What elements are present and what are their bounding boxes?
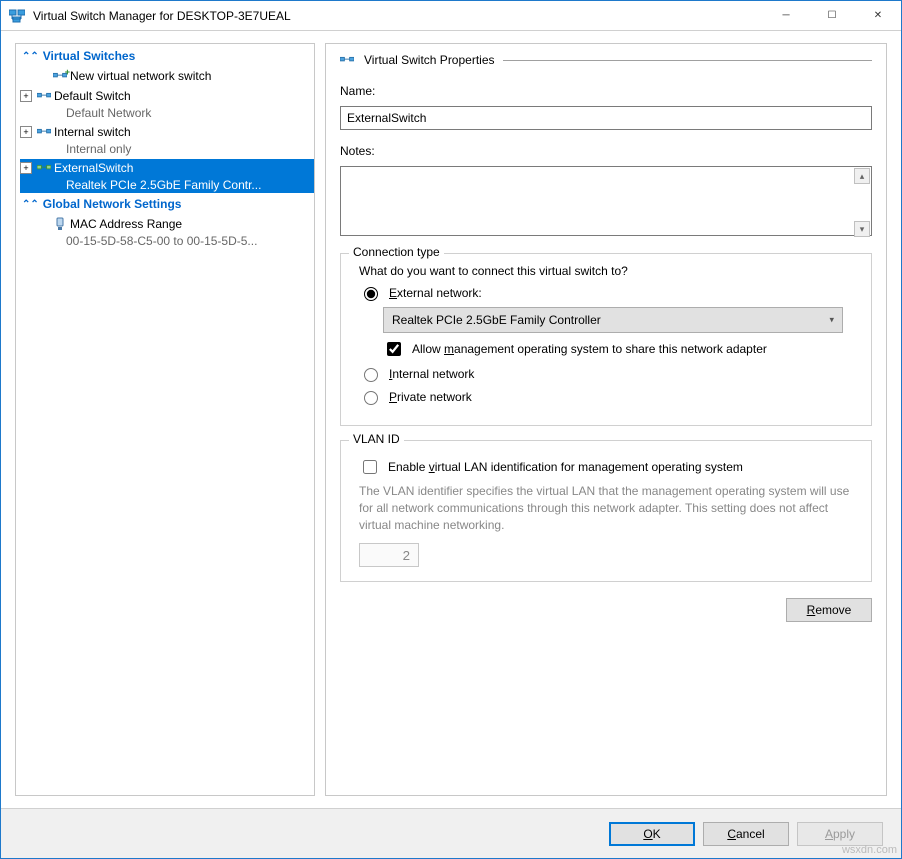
- tree-item-internal-switch[interactable]: + Internal switch Internal only: [16, 122, 314, 158]
- remove-button[interactable]: Remove: [786, 598, 872, 622]
- expand-icon[interactable]: +: [20, 126, 32, 138]
- ok-button[interactable]: OK: [609, 822, 695, 846]
- header-label: Virtual Switch Properties: [364, 53, 495, 67]
- minimize-button[interactable]: ─: [763, 1, 809, 30]
- collapse-icon: ⌃⌃: [22, 199, 39, 210]
- network-icon: [340, 54, 356, 66]
- radio-private[interactable]: Private network: [359, 388, 859, 405]
- connection-type-group: Connection type What do you want to conn…: [340, 253, 872, 426]
- properties-panel: Virtual Switch Properties Name: Notes: ▴…: [325, 43, 887, 796]
- titlebar: Virtual Switch Manager for DESKTOP-3E7UE…: [1, 1, 901, 31]
- radio-internal[interactable]: Internal network: [359, 365, 859, 382]
- switch-tree-panel: ⌃⌃ Virtual Switches New virtual network …: [15, 43, 315, 796]
- adapter-value: Realtek PCIe 2.5GbE Family Controller: [392, 313, 601, 327]
- network-icon: [36, 126, 52, 138]
- dialog-button-bar: OK Cancel Apply: [1, 808, 901, 858]
- maximize-button[interactable]: ☐: [809, 1, 855, 30]
- checkbox-label: Enable virtual LAN identification for ma…: [388, 460, 743, 474]
- tree-item-external-switch[interactable]: + ExternalSwitch Realtek PCIe 2.5GbE Fam…: [16, 158, 314, 194]
- tree-label: Internal switch: [54, 125, 131, 139]
- expand-icon[interactable]: +: [20, 90, 32, 102]
- tree-sublabel: Realtek PCIe 2.5GbE Family Contr...: [20, 177, 314, 193]
- section-label: Virtual Switches: [43, 49, 135, 63]
- vlan-id-input: [359, 543, 419, 567]
- tree-sublabel: Default Network: [20, 105, 314, 121]
- app-icon: [9, 8, 25, 24]
- tree-sublabel: Internal only: [20, 141, 314, 157]
- watermark: wsxdn.com: [842, 844, 897, 856]
- tree-label: MAC Address Range: [70, 217, 182, 231]
- tree-section-virtual-switches[interactable]: ⌃⌃ Virtual Switches: [16, 46, 314, 66]
- scroll-up-icon[interactable]: ▴: [854, 168, 870, 184]
- properties-header: Virtual Switch Properties: [340, 50, 872, 70]
- checkbox-enable-vlan-input[interactable]: [363, 460, 377, 474]
- connection-question: What do you want to connect this virtual…: [359, 264, 859, 278]
- mac-icon: [52, 217, 68, 231]
- notes-label: Notes:: [340, 144, 872, 158]
- checkbox-enable-vlan[interactable]: Enable virtual LAN identification for ma…: [359, 457, 859, 477]
- tree-label: New virtual network switch: [70, 69, 211, 83]
- network-icon: [36, 90, 52, 102]
- close-button[interactable]: ✕: [855, 1, 901, 30]
- radio-label: Internal network: [389, 367, 474, 381]
- tree-item-default-switch[interactable]: + Default Switch Default Network: [16, 86, 314, 122]
- tree-item-new-switch[interactable]: New virtual network switch: [16, 66, 314, 86]
- tree-label: Default Switch: [54, 89, 131, 103]
- collapse-icon: ⌃⌃: [22, 51, 39, 62]
- expand-icon[interactable]: +: [20, 162, 32, 174]
- radio-external-input[interactable]: [364, 287, 378, 301]
- tree-item-mac-range[interactable]: MAC Address Range 00-15-5D-58-C5-00 to 0…: [16, 214, 314, 250]
- chevron-down-icon: ▾: [829, 315, 834, 326]
- radio-internal-input[interactable]: [364, 368, 378, 382]
- radio-private-input[interactable]: [364, 391, 378, 405]
- checkbox-allow-mgmt[interactable]: Allow management operating system to sha…: [383, 339, 859, 359]
- tree-sublabel: 00-15-5D-58-C5-00 to 00-15-5D-5...: [20, 233, 314, 249]
- group-legend: Connection type: [349, 245, 444, 259]
- notes-input[interactable]: [340, 166, 872, 236]
- group-legend: VLAN ID: [349, 432, 404, 446]
- name-input[interactable]: [340, 106, 872, 130]
- name-label: Name:: [340, 84, 872, 98]
- radio-label: Private network: [389, 390, 472, 404]
- window-title: Virtual Switch Manager for DESKTOP-3E7UE…: [33, 9, 763, 23]
- section-label: Global Network Settings: [43, 197, 182, 211]
- checkbox-allow-mgmt-input[interactable]: [387, 342, 401, 356]
- apply-button: Apply: [797, 822, 883, 846]
- network-icon: [36, 162, 52, 174]
- cancel-button[interactable]: Cancel: [703, 822, 789, 846]
- radio-label: External network:: [389, 286, 482, 300]
- vlan-group: VLAN ID Enable virtual LAN identificatio…: [340, 440, 872, 582]
- network-add-icon: [52, 70, 68, 82]
- scroll-down-icon[interactable]: ▾: [854, 221, 870, 237]
- tree-section-global-settings[interactable]: ⌃⌃ Global Network Settings: [16, 194, 314, 214]
- checkbox-label: Allow management operating system to sha…: [412, 342, 767, 356]
- window-controls: ─ ☐ ✕: [763, 1, 901, 30]
- vlan-description: The VLAN identifier specifies the virtua…: [359, 483, 859, 533]
- radio-external[interactable]: External network:: [359, 284, 859, 301]
- tree-label: ExternalSwitch: [54, 161, 133, 175]
- adapter-select[interactable]: Realtek PCIe 2.5GbE Family Controller ▾: [383, 307, 843, 333]
